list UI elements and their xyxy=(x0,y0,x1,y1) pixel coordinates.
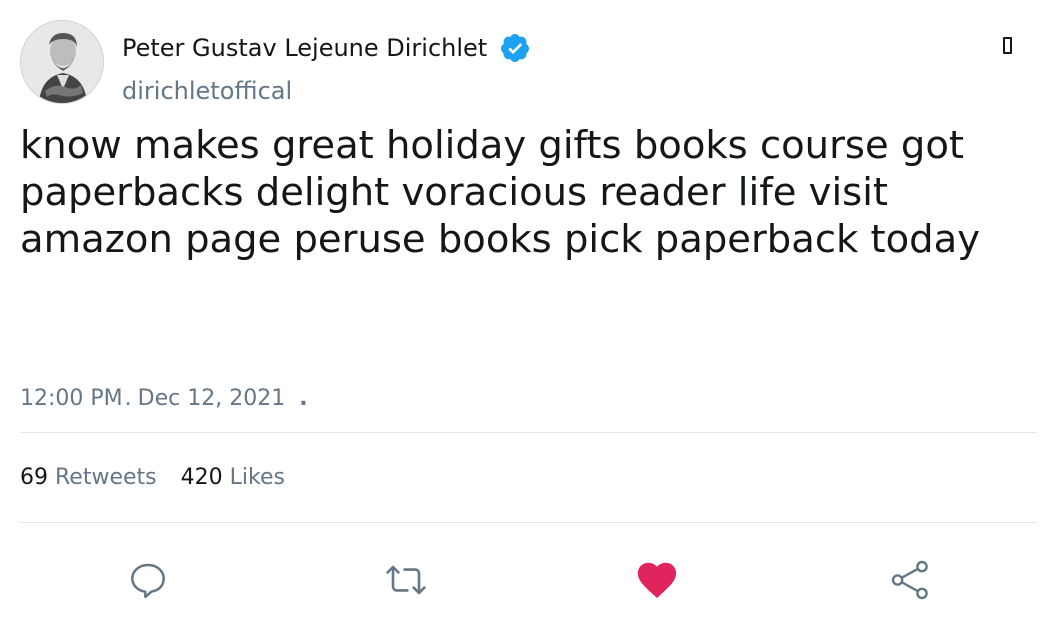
separator-dot: . xyxy=(124,386,132,411)
share-icon xyxy=(891,560,928,600)
likes-label: Likes xyxy=(229,465,285,490)
separator-dot: . xyxy=(299,386,308,411)
likes-count: 420 xyxy=(180,465,223,490)
divider xyxy=(20,432,1037,433)
reply-button[interactable] xyxy=(124,556,172,604)
likes-stat[interactable]: 420 Likes xyxy=(181,465,285,490)
retweets-label: Retweets xyxy=(55,465,157,490)
retweets-count: 69 xyxy=(20,465,48,490)
divider xyxy=(20,522,1037,523)
heart-icon xyxy=(637,562,677,599)
share-button[interactable] xyxy=(886,556,934,604)
retweet-button[interactable] xyxy=(382,556,430,604)
author-name-row: Peter Gustav Lejeune Dirichlet xyxy=(122,30,531,66)
reply-icon xyxy=(131,563,165,599)
tweet-stats: 69 Retweets 420 Likes xyxy=(20,465,309,490)
avatar[interactable] xyxy=(20,20,104,104)
tweet-date: Dec 12, 2021 xyxy=(137,386,286,411)
like-button[interactable] xyxy=(633,556,681,604)
tweet-timestamp[interactable]: 12:00 PM. Dec 12, 2021. xyxy=(20,386,308,411)
tweet-card: Peter Gustav Lejeune Dirichlet dirichlet… xyxy=(0,0,1058,642)
retweet-icon xyxy=(386,565,426,595)
verified-badge-icon xyxy=(499,32,531,64)
more-options-icon[interactable] xyxy=(1003,37,1012,54)
tweet-text: know makes great holiday gifts books cou… xyxy=(20,123,980,262)
display-name[interactable]: Peter Gustav Lejeune Dirichlet xyxy=(122,34,487,62)
tweet-time: 12:00 PM xyxy=(20,386,123,411)
username-handle[interactable]: dirichletoffical xyxy=(122,77,292,105)
retweets-stat[interactable]: 69 Retweets xyxy=(20,465,157,490)
